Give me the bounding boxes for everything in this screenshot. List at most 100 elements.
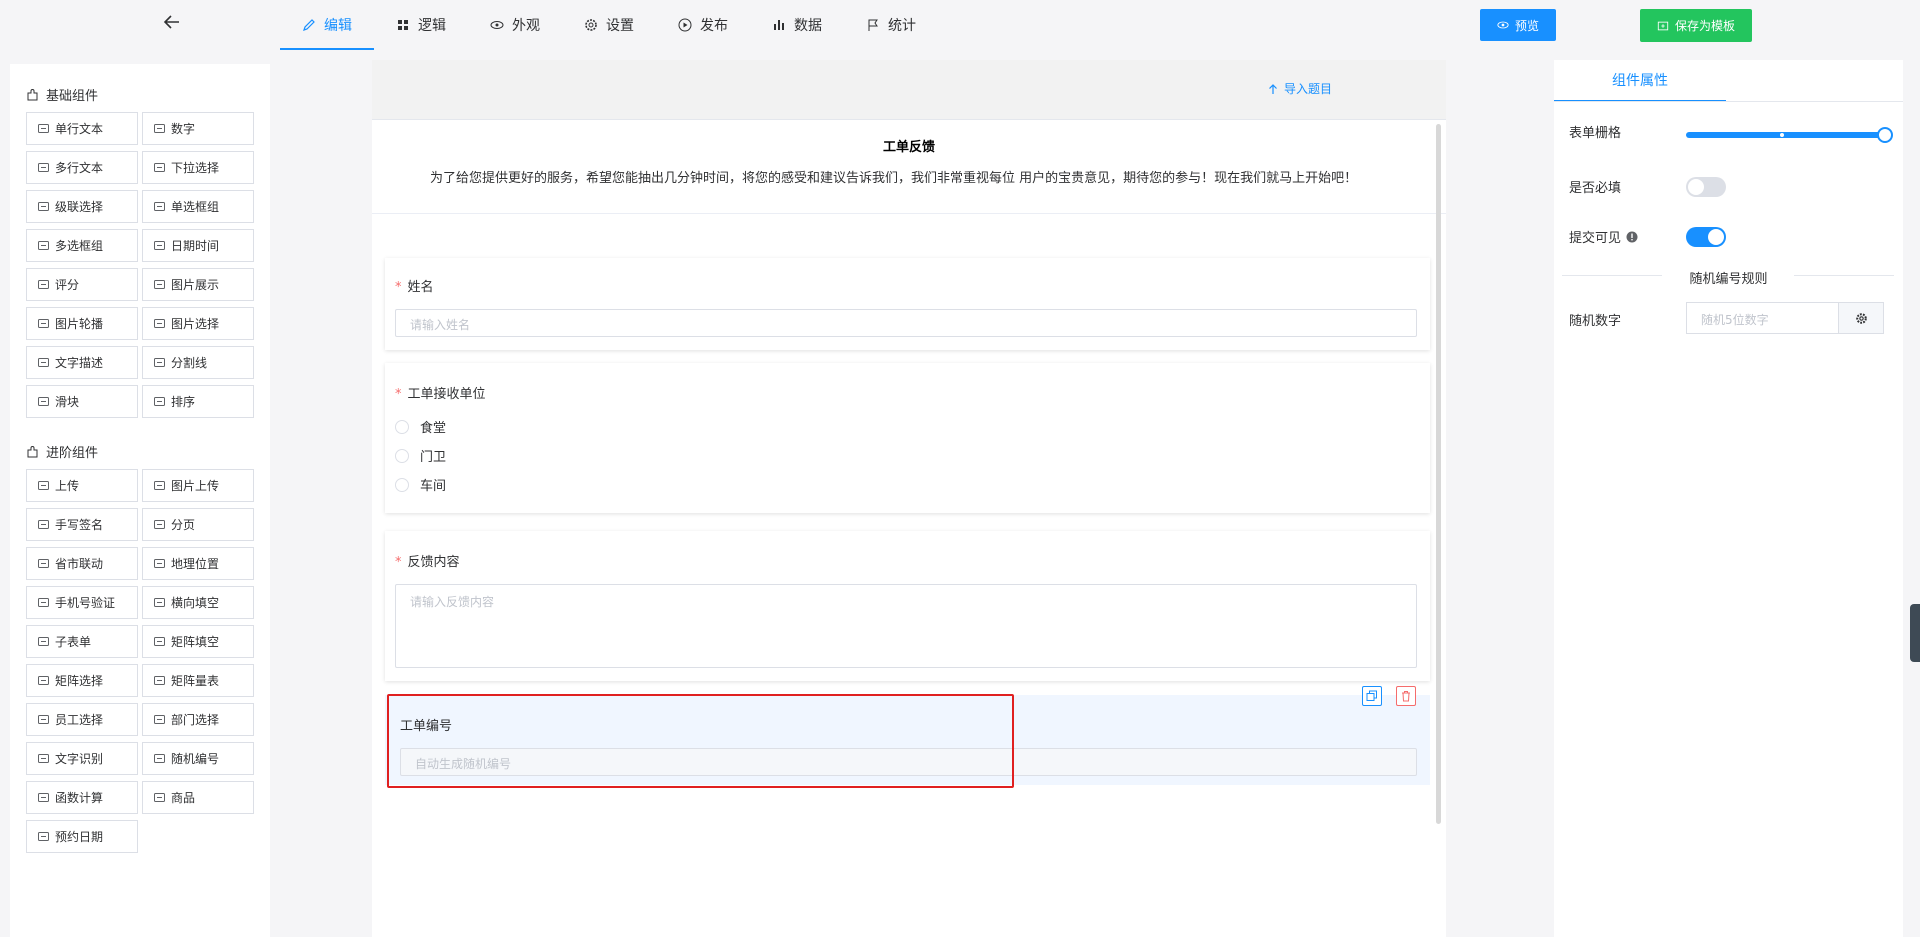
save-template-button[interactable]: 保存为模板 [1640,9,1752,42]
basic-component-item[interactable]: 分割线 [142,346,254,379]
component-label: 单选框组 [171,200,220,214]
basic-component-item[interactable]: 级联选择 [26,190,138,223]
advanced-component-item[interactable]: 商品 [142,781,254,814]
tab-publish[interactable]: 发布 [656,0,750,50]
advanced-component-item[interactable]: 矩阵填空 [142,625,254,658]
radio-circle [395,419,409,434]
tab-label: 发布 [700,18,728,34]
basic-component-item[interactable]: 单选框组 [142,190,254,223]
component-icon [153,479,166,492]
form-description: 为了给您提供更好的服务，希望您能抽出几分钟时间，将您的感受和建议告诉我们，我们非… [430,171,1358,186]
tab-data[interactable]: 数据 [750,0,844,50]
random-digits-input[interactable]: 随机5位数字 [1686,302,1838,334]
basic-component-item[interactable]: 评分 [26,268,138,301]
import-questions-link[interactable]: 导入题目 [1268,80,1332,97]
trash-icon [1402,691,1410,702]
bar-chart-icon [774,20,784,30]
required-toggle[interactable] [1686,177,1726,197]
advanced-component-item[interactable]: 手写签名 [26,508,138,541]
tab-settings[interactable]: 设置 [562,0,656,50]
grid-slider-handle[interactable] [1877,127,1893,143]
tab-stats[interactable]: 统计 [844,0,938,50]
question-card-ticket-number[interactable]: 工单编号 自动生成随机编号 [385,695,1430,785]
advanced-component-item[interactable]: 矩阵选择 [26,664,138,697]
form-title: 工单反馈 [882,140,935,155]
advanced-component-item[interactable]: 地理位置 [142,547,254,580]
basic-component-item[interactable]: 日期时间 [142,229,254,262]
question-card-name[interactable]: * 姓名 请输入姓名 [385,258,1430,350]
copy-question-button[interactable] [1362,686,1382,706]
tab-label: 数据 [794,18,822,34]
basic-component-item[interactable]: 单行文本 [26,112,138,145]
basic-component-item[interactable]: 多选框组 [26,229,138,262]
advanced-component-item[interactable]: 横向填空 [142,586,254,619]
advanced-component-item[interactable]: 部门选择 [142,703,254,736]
grid-slider-track[interactable] [1686,132,1883,138]
advanced-component-item[interactable]: 随机编号 [142,742,254,775]
grid-label: 表单栅格 [1569,126,1622,141]
component-icon [153,395,166,408]
component-icon [37,239,50,252]
preview-button[interactable]: 预览 [1480,9,1556,41]
advanced-component-item[interactable]: 函数计算 [26,781,138,814]
component-label: 省市联动 [55,557,104,571]
name-input[interactable]: 请输入姓名 [395,309,1417,337]
basic-component-item[interactable]: 图片轮播 [26,307,138,340]
basic-components-title: 基础组件 [10,85,270,104]
component-label: 滑块 [55,395,80,409]
canvas-scrollbar[interactable] [1436,124,1441,824]
basic-component-item[interactable]: 排序 [142,385,254,418]
basic-component-item[interactable]: 多行文本 [26,151,138,184]
component-label: 矩阵填空 [171,635,220,649]
flag-icon [868,19,878,31]
delete-question-button[interactable] [1396,686,1416,706]
basic-component-item[interactable]: 图片展示 [142,268,254,301]
feedback-textarea[interactable]: 请输入反馈内容 [395,584,1417,668]
basic-component-item[interactable]: 滑块 [26,385,138,418]
advanced-component-item[interactable]: 上传 [26,469,138,502]
visible-toggle[interactable] [1686,227,1726,247]
back-arrow-icon[interactable] [160,10,184,34]
component-label: 下拉选择 [171,161,220,175]
nav-tabs: 编辑 逻辑 外观 设置 发布 数据 统计 [280,0,938,50]
component-icon [153,239,166,252]
question-card-unit[interactable]: * 工单接收单位 食堂 门卫 车间 [385,363,1430,513]
basic-component-item[interactable]: 图片选择 [142,307,254,340]
component-icon [37,200,50,213]
basic-component-item[interactable]: 下拉选择 [142,151,254,184]
tab-edit[interactable]: 编辑 [280,0,374,50]
random-settings-button[interactable] [1838,302,1884,334]
advanced-component-item[interactable]: 预约日期 [26,820,138,853]
component-label: 图片轮播 [55,317,104,331]
advanced-component-item[interactable]: 文字识别 [26,742,138,775]
slider-stop [1780,133,1784,137]
component-icon [37,752,50,765]
advanced-component-item[interactable]: 分页 [142,508,254,541]
tab-appearance[interactable]: 外观 [468,0,562,50]
grid-icon [398,20,408,30]
tab-logic[interactable]: 逻辑 [374,0,468,50]
advanced-component-item[interactable]: 矩阵量表 [142,664,254,697]
question-card-feedback[interactable]: * 反馈内容 请输入反馈内容 [385,531,1430,681]
advanced-component-item[interactable]: 省市联动 [26,547,138,580]
radio-option[interactable]: 车间 [395,475,446,494]
basic-component-item[interactable]: 数字 [142,112,254,145]
component-label: 图片选择 [171,317,220,331]
advanced-component-item[interactable]: 手机号验证 [26,586,138,619]
tab-component-properties[interactable]: 组件属性 [1554,60,1726,102]
component-icon [153,557,166,570]
advanced-component-item[interactable]: 子表单 [26,625,138,658]
component-icon [153,122,166,135]
component-label: 数字 [171,122,196,136]
radio-option[interactable]: 食堂 [395,417,446,436]
component-label: 单行文本 [55,122,104,136]
side-drawer-handle[interactable] [1910,604,1920,662]
basic-component-item[interactable]: 文字描述 [26,346,138,379]
advanced-component-item[interactable]: 员工选择 [26,703,138,736]
radio-option[interactable]: 门卫 [395,446,446,465]
advanced-component-item[interactable]: 图片上传 [142,469,254,502]
component-label: 上传 [55,479,80,493]
component-label: 矩阵量表 [171,674,220,688]
component-icon [37,830,50,843]
toggle-knob [1708,229,1724,245]
